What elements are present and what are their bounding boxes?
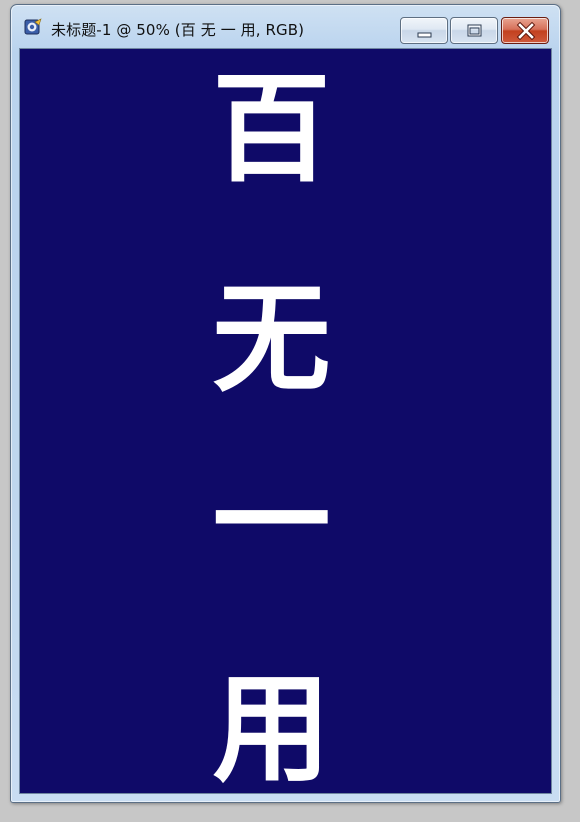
canvas-character-1: 百	[212, 60, 331, 198]
close-icon	[516, 21, 536, 41]
close-button[interactable]	[501, 17, 549, 44]
document-canvas[interactable]: 百 无 一 用	[19, 48, 552, 794]
minimize-icon	[417, 32, 432, 38]
canvas-character-3: 一	[212, 453, 331, 591]
maximize-button[interactable]	[450, 17, 498, 44]
minimize-button[interactable]	[400, 17, 448, 44]
maximize-icon	[467, 24, 482, 37]
document-window[interactable]: 未标题-1 @ 50% (百 无 一 用, RGB) 百 无 一 用	[10, 4, 561, 803]
window-title: 未标题-1 @ 50% (百 无 一 用, RGB)	[51, 21, 305, 39]
title-bar[interactable]: 未标题-1 @ 50% (百 无 一 用, RGB)	[11, 5, 560, 45]
canvas-character-2: 无	[212, 270, 331, 408]
canvas-character-4: 用	[212, 660, 331, 798]
photoshop-document-icon	[24, 18, 42, 36]
